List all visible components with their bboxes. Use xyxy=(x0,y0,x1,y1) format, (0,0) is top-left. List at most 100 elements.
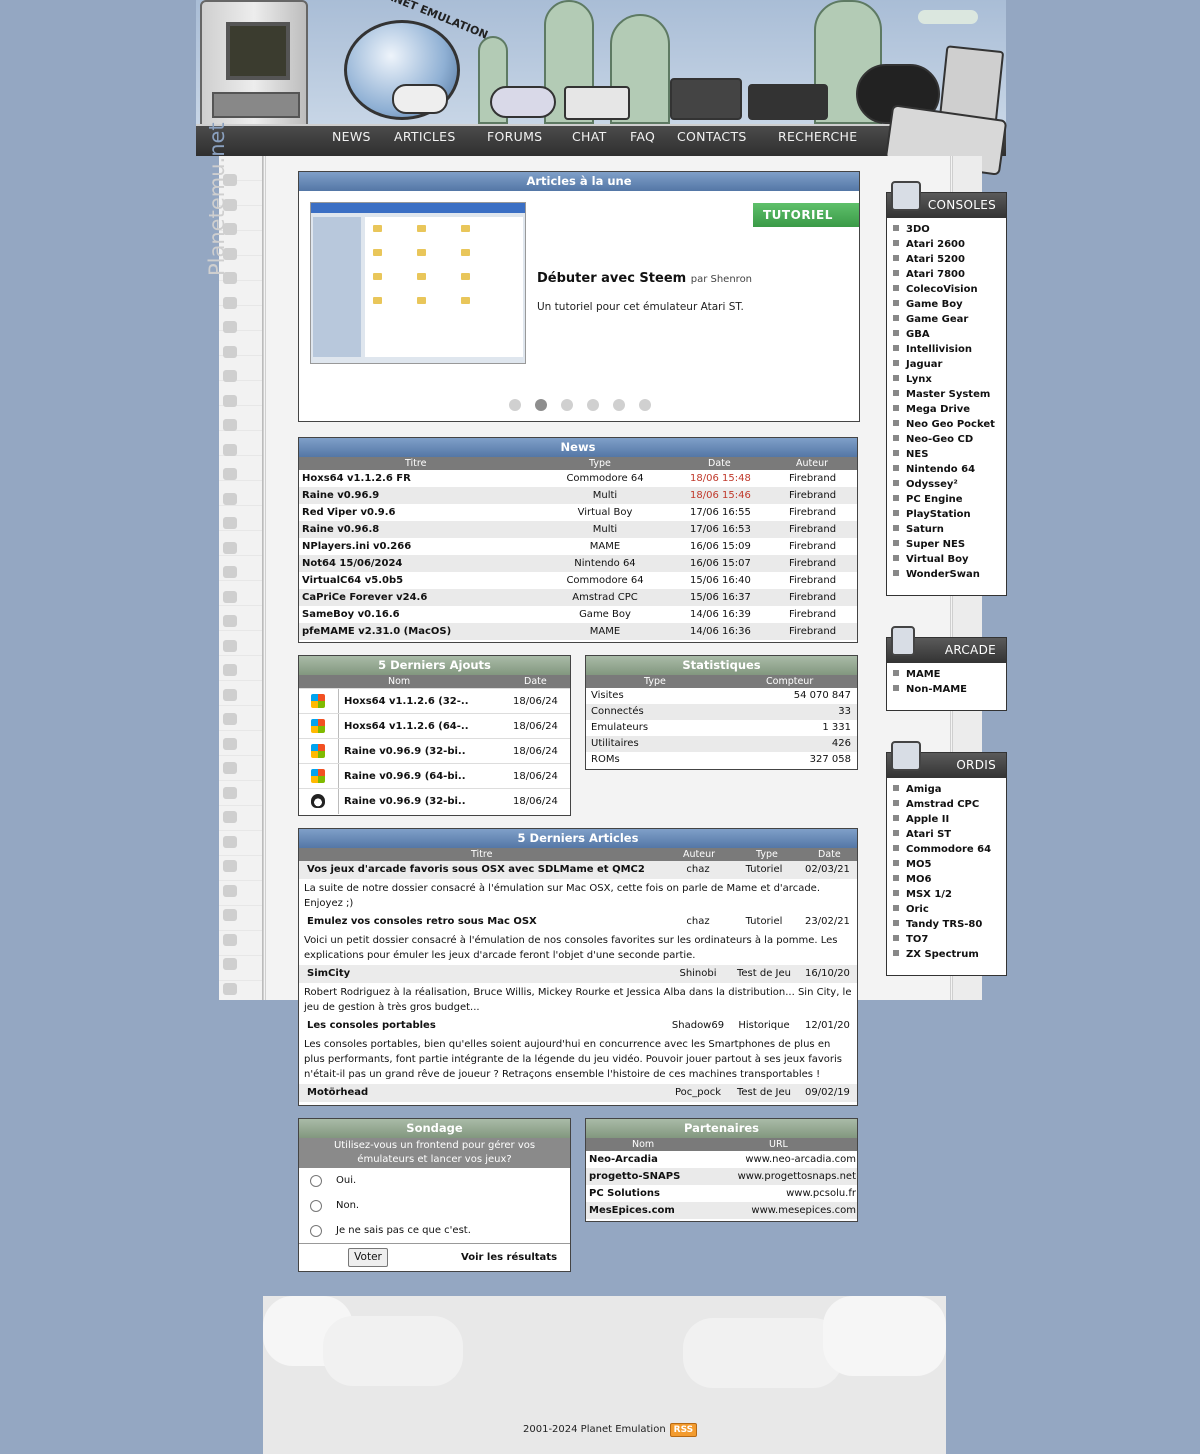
article-header-row[interactable]: SimCity Shinobi Test de Jeu 16/10/20 xyxy=(299,965,857,983)
addition-name[interactable]: Hoxs64 v1.1.2.6 (32-.. xyxy=(344,689,469,714)
article-header-row[interactable]: Motörhead Poc_pock Test de Jeu 09/02/19 xyxy=(299,1084,857,1102)
sidebar-item[interactable]: Oric xyxy=(893,902,1006,917)
sidebar-item[interactable]: WonderSwan xyxy=(893,567,1006,582)
news-row[interactable]: Raine v0.96.8 Multi 17/06 16:53 Firebrand xyxy=(299,521,857,538)
sidebar-item[interactable]: GBA xyxy=(893,327,1006,342)
sidebar-item[interactable]: Super NES xyxy=(893,537,1006,552)
addition-name[interactable]: Raine v0.96.9 (32-bi.. xyxy=(344,789,466,814)
news-row[interactable]: SameBoy v0.16.6 Game Boy 14/06 16:39 Firebr… xyxy=(299,606,857,623)
sidebar-item[interactable]: Game Gear xyxy=(893,312,1006,327)
news-row[interactable]: NPlayers.ini v0.266 MAME 16/06 15:09 Firebr… xyxy=(299,538,857,555)
partner-url[interactable]: www.mesepices.com xyxy=(751,1202,856,1219)
carousel-dot[interactable] xyxy=(561,399,573,411)
partner-row[interactable]: progetto-SNAPS www.progettosnaps.net xyxy=(586,1168,857,1185)
article-title[interactable]: Les consoles portables xyxy=(307,1017,436,1035)
sidebar-item[interactable]: Mega Drive xyxy=(893,402,1006,417)
news-author-cell[interactable]: Firebrand xyxy=(789,606,836,623)
news-author-cell[interactable]: Firebrand xyxy=(789,589,836,606)
article-author[interactable]: Shadow69 xyxy=(669,1017,727,1035)
sidebar-item[interactable]: MAME xyxy=(893,667,1006,682)
sidebar-item[interactable]: Nintendo 64 xyxy=(893,462,1006,477)
article-author[interactable]: Shinobi xyxy=(669,965,727,983)
nav-news[interactable]: NEWS xyxy=(332,129,371,144)
news-author-cell[interactable]: Firebrand xyxy=(789,487,836,504)
news-author-cell[interactable]: Firebrand xyxy=(789,504,836,521)
news-row[interactable]: Raine v0.96.9 Multi 18/06 15:46 Firebrand xyxy=(299,487,857,504)
featured-headline[interactable]: Débuter avec Steem par Shenron xyxy=(537,271,752,286)
sidebar-item[interactable]: Amstrad CPC xyxy=(893,797,1006,812)
poll-option-label[interactable]: Non. xyxy=(336,1200,359,1211)
nav-faq[interactable]: FAQ xyxy=(630,129,655,144)
sidebar-item[interactable]: MSX 1/2 xyxy=(893,887,1006,902)
news-author-cell[interactable]: Firebrand xyxy=(789,538,836,555)
news-title-cell[interactable]: pfeMAME v2.31.0 (MacOS) xyxy=(302,623,451,640)
article-author[interactable]: chaz xyxy=(669,913,727,931)
addition-name[interactable]: Hoxs64 v1.1.2.6 (64-.. xyxy=(344,714,469,739)
addition-row[interactable]: Hoxs64 v1.1.2.6 (64-.. 18/06/24 xyxy=(299,713,570,739)
article-title[interactable]: Emulez vos consoles retro sous Mac OSX xyxy=(307,913,537,931)
nav-articles[interactable]: ARTICLES xyxy=(394,129,456,144)
poll-radio[interactable] xyxy=(310,1175,322,1187)
addition-name[interactable]: Raine v0.96.9 (64-bi.. xyxy=(344,764,466,789)
nav-contacts[interactable]: CONTACTS xyxy=(677,129,747,144)
news-title-cell[interactable]: Red Viper v0.9.6 xyxy=(302,504,395,521)
article-header-row[interactable]: Vos jeux d'arcade favoris sous OSX avec … xyxy=(299,861,857,879)
sidebar-item[interactable]: Atari 5200 xyxy=(893,252,1006,267)
partner-row[interactable]: PC Solutions www.pcsolu.fr xyxy=(586,1185,857,1202)
sidebar-item[interactable]: Neo Geo Pocket xyxy=(893,417,1006,432)
sidebar-item[interactable]: Apple II xyxy=(893,812,1006,827)
sidebar-item[interactable]: Jaguar xyxy=(893,357,1006,372)
news-title-cell[interactable]: NPlayers.ini v0.266 xyxy=(302,538,411,555)
sidebar-item[interactable]: PlayStation xyxy=(893,507,1006,522)
news-title-cell[interactable]: VirtualC64 v5.0b5 xyxy=(302,572,403,589)
sidebar-item[interactable]: Atari ST xyxy=(893,827,1006,842)
news-title-cell[interactable]: Raine v0.96.8 xyxy=(302,521,379,538)
partner-name[interactable]: Neo-Arcadia xyxy=(589,1151,658,1168)
sidebar-item[interactable]: Master System xyxy=(893,387,1006,402)
addition-row[interactable]: Raine v0.96.9 (32-bi.. 18/06/24 xyxy=(299,788,570,814)
poll-option-label[interactable]: Je ne sais pas ce que c'est. xyxy=(336,1225,471,1236)
article-title[interactable]: Vos jeux d'arcade favoris sous OSX avec … xyxy=(307,861,645,879)
nav-forums[interactable]: FORUMS xyxy=(487,129,542,144)
sidebar-item[interactable]: Virtual Boy xyxy=(893,552,1006,567)
sidebar-item[interactable]: Intellivision xyxy=(893,342,1006,357)
sidebar-item[interactable]: MO5 xyxy=(893,857,1006,872)
news-row[interactable]: CaPriCe Forever v24.6 Amstrad CPC 15/06 16… xyxy=(299,589,857,606)
news-title-cell[interactable]: SameBoy v0.16.6 xyxy=(302,606,400,623)
partner-row[interactable]: MesEpices.com www.mesepices.com xyxy=(586,1202,857,1219)
sidebar-item[interactable]: Lynx xyxy=(893,372,1006,387)
partner-row[interactable]: Neo-Arcadia www.neo-arcadia.com xyxy=(586,1151,857,1168)
sidebar-item[interactable]: Atari 2600 xyxy=(893,237,1006,252)
news-title-cell[interactable]: Hoxs64 v1.1.2.6 FR xyxy=(302,470,411,487)
sidebar-item[interactable]: MO6 xyxy=(893,872,1006,887)
poll-option-label[interactable]: Oui. xyxy=(336,1175,356,1186)
news-author-cell[interactable]: Firebrand xyxy=(789,470,836,487)
carousel-dot[interactable] xyxy=(509,399,521,411)
sidebar-item[interactable]: Commodore 64 xyxy=(893,842,1006,857)
carousel-dot[interactable] xyxy=(613,399,625,411)
news-author-cell[interactable]: Firebrand xyxy=(789,572,836,589)
partner-url[interactable]: www.pcsolu.fr xyxy=(786,1185,856,1202)
sidebar-item[interactable]: Non-MAME xyxy=(893,682,1006,697)
news-row[interactable]: pfeMAME v2.31.0 (MacOS) MAME 14/06 16:36 Fi… xyxy=(299,623,857,640)
news-row[interactable]: Not64 15/06/2024 Nintendo 64 16/06 15:07 Fi… xyxy=(299,555,857,572)
carousel-dot[interactable] xyxy=(587,399,599,411)
partner-url[interactable]: www.progettosnaps.net xyxy=(738,1168,856,1185)
news-row[interactable]: VirtualC64 v5.0b5 Commodore 64 15/06 16:40… xyxy=(299,572,857,589)
addition-row[interactable]: Hoxs64 v1.1.2.6 (32-.. 18/06/24 xyxy=(299,688,570,714)
partner-name[interactable]: PC Solutions xyxy=(589,1185,660,1202)
sidebar-item[interactable]: Game Boy xyxy=(893,297,1006,312)
news-row[interactable]: Hoxs64 v1.1.2.6 FR Commodore 64 18/06 15:4… xyxy=(299,470,857,487)
article-title[interactable]: Motörhead xyxy=(307,1084,368,1102)
sidebar-item[interactable]: Tandy TRS-80 xyxy=(893,917,1006,932)
sidebar-item[interactable]: 3DO xyxy=(893,222,1006,237)
vote-button[interactable]: Voter xyxy=(348,1248,388,1267)
sidebar-item[interactable]: Odyssey² xyxy=(893,477,1006,492)
news-title-cell[interactable]: Not64 15/06/2024 xyxy=(302,555,402,572)
addition-row[interactable]: Raine v0.96.9 (64-bi.. 18/06/24 xyxy=(299,763,570,789)
carousel-dot[interactable] xyxy=(535,399,547,411)
news-author-cell[interactable]: Firebrand xyxy=(789,555,836,572)
addition-row[interactable]: Raine v0.96.9 (32-bi.. 18/06/24 xyxy=(299,738,570,764)
article-header-row[interactable]: Les consoles portables Shadow69 Historique… xyxy=(299,1017,857,1035)
sidebar-item[interactable]: TO7 xyxy=(893,932,1006,947)
